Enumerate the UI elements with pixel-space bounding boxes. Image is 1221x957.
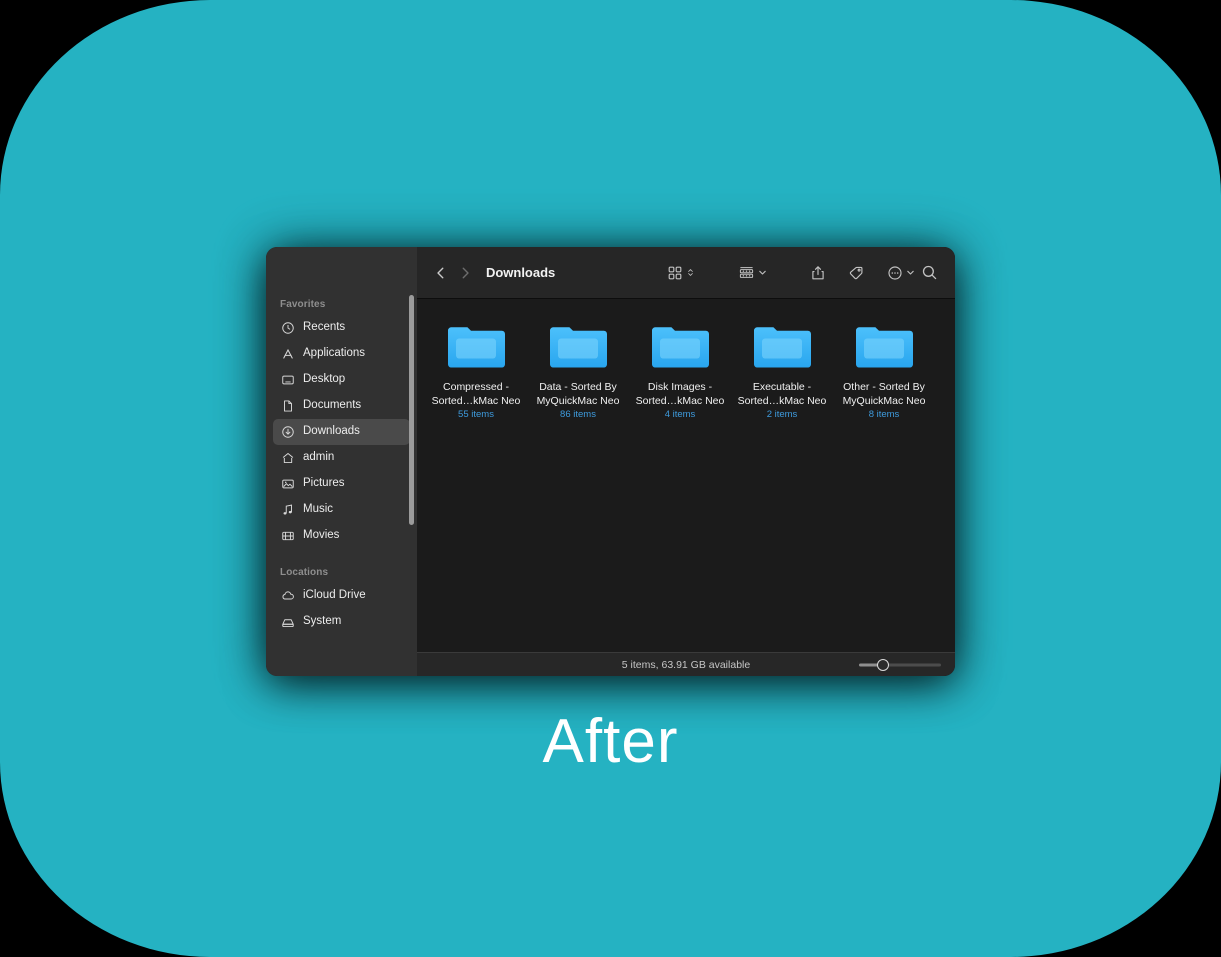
sidebar-item-icloud-drive[interactable]: iCloud Drive — [273, 583, 410, 609]
grid-view-icon — [667, 265, 683, 281]
sidebar-item-label: Documents — [303, 399, 362, 412]
finder-status-bar: 5 items, 63.91 GB available — [417, 652, 955, 676]
sidebar-item-label: Applications — [303, 347, 366, 360]
applications-icon — [280, 347, 295, 362]
file-item[interactable]: Executable - Sorted…kMac Neo 2 items — [731, 315, 833, 422]
sidebar-item-downloads[interactable]: Downloads — [273, 419, 410, 445]
chevron-up-down-icon — [686, 268, 695, 277]
file-item-count: 2 items — [766, 409, 798, 420]
file-name-line: Sorted…kMac Neo — [635, 395, 725, 407]
file-name-line: MyQuickMac Neo — [536, 395, 620, 407]
home-icon — [280, 451, 295, 466]
folder-icon — [547, 321, 609, 371]
sidebar-scrollbar[interactable] — [409, 295, 414, 525]
file-item-count: 4 items — [664, 409, 696, 420]
caption-after: After — [542, 707, 679, 776]
sidebar-item-music[interactable]: Music — [273, 497, 410, 523]
file-grid: Compressed - Sorted…kMac Neo 55 items Da… — [425, 315, 947, 422]
file-name-line: Compressed - — [443, 381, 509, 393]
pictures-icon — [280, 477, 295, 492]
sidebar-item-recents[interactable]: Recents — [273, 315, 410, 341]
status-text: 5 items, 63.91 GB available — [621, 658, 751, 671]
sidebar-item-documents[interactable]: Documents — [273, 393, 410, 419]
sidebar-item-label: Pictures — [303, 477, 345, 490]
file-name-line: Sorted…kMac Neo — [737, 395, 827, 407]
file-name-line: Data - Sorted By — [539, 381, 617, 393]
finder-sidebar: Favorites Recents Applications Desktop D… — [266, 247, 417, 676]
sidebar-item-pictures[interactable]: Pictures — [273, 471, 410, 497]
file-item[interactable]: Compressed - Sorted…kMac Neo 55 items — [425, 315, 527, 422]
slider-knob[interactable] — [877, 658, 889, 671]
more-options-icon — [887, 265, 903, 281]
file-name-line: Disk Images - — [647, 381, 713, 393]
slider-track-empty — [883, 663, 941, 666]
page-title: Downloads — [485, 265, 556, 280]
file-item[interactable]: Disk Images - Sorted…kMac Neo 4 items — [629, 315, 731, 422]
chevron-down-icon — [758, 268, 767, 277]
harddisk-icon — [280, 615, 295, 630]
sidebar-item-desktop[interactable]: Desktop — [273, 367, 410, 393]
sidebar-section-header-locations: Locations — [280, 567, 329, 578]
file-item[interactable]: Data - Sorted By MyQuickMac Neo 86 items — [527, 315, 629, 422]
sidebar-item-movies[interactable]: Movies — [273, 523, 410, 549]
desktop-icon — [280, 373, 295, 388]
forward-button[interactable] — [453, 260, 477, 286]
file-name-line: Other - Sorted By — [843, 381, 925, 393]
tag-button[interactable] — [845, 260, 867, 286]
sidebar-item-label: Downloads — [303, 425, 360, 438]
search-icon — [921, 264, 938, 281]
screenshot-canvas: Favorites Recents Applications Desktop D… — [0, 0, 1221, 957]
finder-window: Favorites Recents Applications Desktop D… — [266, 247, 955, 676]
sidebar-item-admin[interactable]: admin — [273, 445, 410, 471]
document-icon — [280, 399, 295, 414]
file-item-count: 55 items — [458, 409, 494, 420]
sidebar-item-label: Music — [303, 503, 334, 516]
sidebar-item-label: admin — [303, 451, 335, 464]
music-note-icon — [280, 503, 295, 518]
file-item[interactable]: Other - Sorted By MyQuickMac Neo 8 items — [833, 315, 935, 422]
file-name-line: MyQuickMac Neo — [842, 395, 926, 407]
sidebar-item-system[interactable]: System — [273, 609, 410, 635]
share-button[interactable] — [807, 260, 829, 286]
sidebar-item-label: Recents — [303, 321, 346, 334]
folder-icon — [751, 321, 813, 371]
clock-icon — [280, 321, 295, 336]
group-by-button[interactable] — [735, 260, 770, 286]
back-button[interactable] — [429, 260, 453, 286]
folder-icon — [649, 321, 711, 371]
folder-icon — [445, 321, 507, 371]
icon-size-slider[interactable] — [859, 658, 941, 671]
file-browser-content: Compressed - Sorted…kMac Neo 55 items Da… — [417, 299, 955, 652]
finder-main-pane: Downloads Compressed - Sorted…kMac Neo 5… — [417, 247, 955, 676]
view-mode-button[interactable] — [664, 260, 698, 286]
cloud-icon — [280, 589, 295, 604]
file-item-count: 86 items — [560, 409, 596, 420]
tag-icon — [848, 265, 864, 281]
more-options-button[interactable] — [884, 260, 918, 286]
group-by-icon — [738, 265, 755, 281]
file-name-line: Sorted…kMac Neo — [431, 395, 521, 407]
share-icon — [810, 265, 826, 281]
chevron-down-icon — [906, 268, 915, 277]
sidebar-item-label: iCloud Drive — [303, 589, 366, 602]
sidebar-section-header-favorites: Favorites — [280, 299, 326, 310]
download-icon — [280, 425, 295, 440]
sidebar-item-label: Movies — [303, 529, 340, 542]
file-name-line: Executable - — [752, 381, 812, 393]
sidebar-item-applications[interactable]: Applications — [273, 341, 410, 367]
sidebar-item-label: Desktop — [303, 373, 346, 386]
finder-toolbar: Downloads — [417, 247, 955, 299]
movies-icon — [280, 529, 295, 544]
sidebar-item-label: System — [303, 615, 342, 628]
file-item-count: 8 items — [868, 409, 900, 420]
search-button[interactable] — [918, 260, 941, 286]
folder-icon — [853, 321, 915, 371]
